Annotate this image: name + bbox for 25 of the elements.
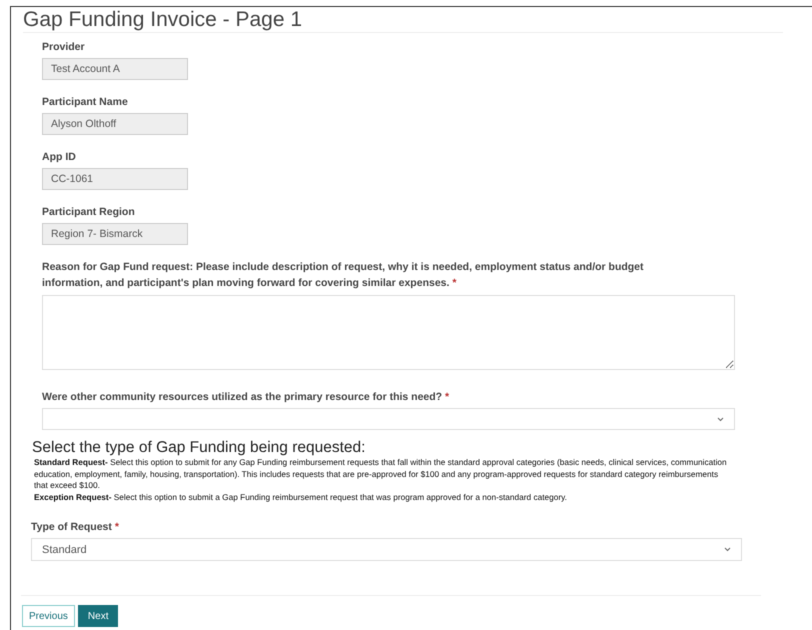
readonly-field[interactable]: Alyson Olthoff — [42, 113, 188, 135]
field-label: Provider — [42, 40, 86, 55]
readonly-field[interactable]: CC-1061 — [42, 168, 188, 190]
section-heading: Select the type of Gap Funding being requested: — [32, 439, 366, 457]
selected-value: Standard — [42, 544, 87, 556]
dropdown-field[interactable]: Standard — [31, 538, 742, 561]
chevron-down-icon — [724, 547, 731, 552]
next-button[interactable]: Next — [78, 605, 118, 627]
field-label: Participant Region — [42, 205, 136, 220]
description-text: Standard Request- Select this option to submit for any Gap Funding reimbursement requests that fall within the standard approval categories (basic needs, clinical services, communication — [34, 457, 728, 468]
previous-button[interactable]: Previous — [22, 605, 75, 627]
chevron-down-icon — [717, 416, 724, 422]
field-label: Type of Request * — [31, 520, 120, 535]
dropdown-field[interactable] — [42, 408, 735, 430]
field-label: Were other community resources utilized as the primary resource for this need? * — [42, 390, 450, 405]
reason-textarea[interactable] — [42, 295, 735, 370]
readonly-field[interactable]: Test Account A — [42, 58, 188, 80]
field-label: Participant Name — [42, 95, 129, 110]
page-title: Gap Funding Invoice - Page 1 — [23, 8, 783, 33]
field-label: Reason for Gap Fund request: Please include description of request, why it is needed, employment status and/or budget information, and participant's plan moving forward for covering similar expenses. * — [42, 260, 645, 291]
field-label: App ID — [42, 150, 77, 165]
readonly-field[interactable]: Region 7- Bismarck — [42, 223, 188, 245]
description-text: Exception Request- Select this option to submit a Gap Funding reimbursement request that was program approved for a non-standard category. — [34, 492, 568, 503]
description-text: that exceed $100. — [34, 480, 101, 492]
description-text: education, employment, family, housing, transportation). This includes requests that are pre-approved for $100 and any program-approved requests for standard category reimbursements — [34, 468, 720, 480]
